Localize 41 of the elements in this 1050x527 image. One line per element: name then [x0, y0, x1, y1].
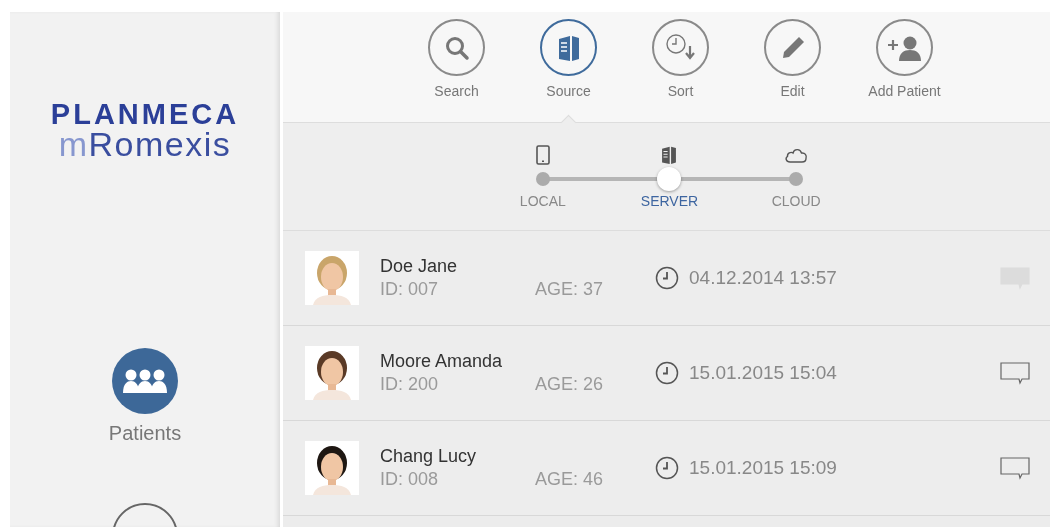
- patient-id: ID: 008: [380, 469, 440, 490]
- toolbar-label: Source: [546, 83, 591, 99]
- visit-date: 15.01.2015 15:09: [689, 457, 837, 479]
- clock-icon: [655, 456, 679, 480]
- search-icon: [443, 34, 470, 61]
- nav-label[interactable]: Patients: [108, 422, 182, 445]
- slider-thumb[interactable]: [657, 167, 682, 191]
- patient-name: Doe Jane: [380, 256, 459, 277]
- server-icon: [660, 144, 679, 166]
- clock-icon: [655, 361, 679, 385]
- toolbar-label: Edit: [780, 83, 805, 99]
- people-icon: [123, 368, 167, 394]
- slider-stop[interactable]: [535, 172, 550, 186]
- toolbar-button[interactable]: [540, 19, 597, 76]
- comment-icon[interactable]: [1000, 361, 1030, 385]
- toolbar-label: Add Patient: [868, 83, 941, 99]
- slider-stop[interactable]: [789, 172, 804, 186]
- clock-icon: [655, 266, 679, 290]
- visit-date: 15.01.2015 15:04: [689, 362, 837, 384]
- patient-name: Chang Lucy: [380, 446, 478, 467]
- source-label: SERVER: [640, 193, 699, 209]
- patient-age: AGE: 37: [535, 279, 605, 300]
- toolbar-button[interactable]: [652, 19, 709, 76]
- toolbar-label: Sort: [667, 83, 694, 99]
- toolbar-button[interactable]: [428, 19, 485, 76]
- patient-id: ID: 007: [380, 279, 440, 300]
- patient-id: ID: 200: [380, 374, 440, 395]
- patient-name: Moore Amanda: [380, 351, 504, 372]
- product-logo: mRomexis: [58, 128, 232, 160]
- tablet-icon: [535, 145, 550, 165]
- toolbar-label: Search: [434, 83, 479, 99]
- comment-icon[interactable]: [1000, 456, 1030, 480]
- toolbar-button[interactable]: [764, 19, 821, 76]
- cloud-icon: [784, 146, 809, 164]
- brand-logo: PLANMECA: [50, 100, 240, 128]
- source-label: LOCAL: [519, 193, 566, 209]
- source-label: CLOUD: [771, 193, 821, 209]
- toolbar-button[interactable]: [876, 19, 933, 76]
- patient-age: AGE: 26: [535, 374, 605, 395]
- visit-date: 04.12.2014 13:57: [689, 267, 837, 289]
- patient-age: AGE: 46: [535, 469, 605, 490]
